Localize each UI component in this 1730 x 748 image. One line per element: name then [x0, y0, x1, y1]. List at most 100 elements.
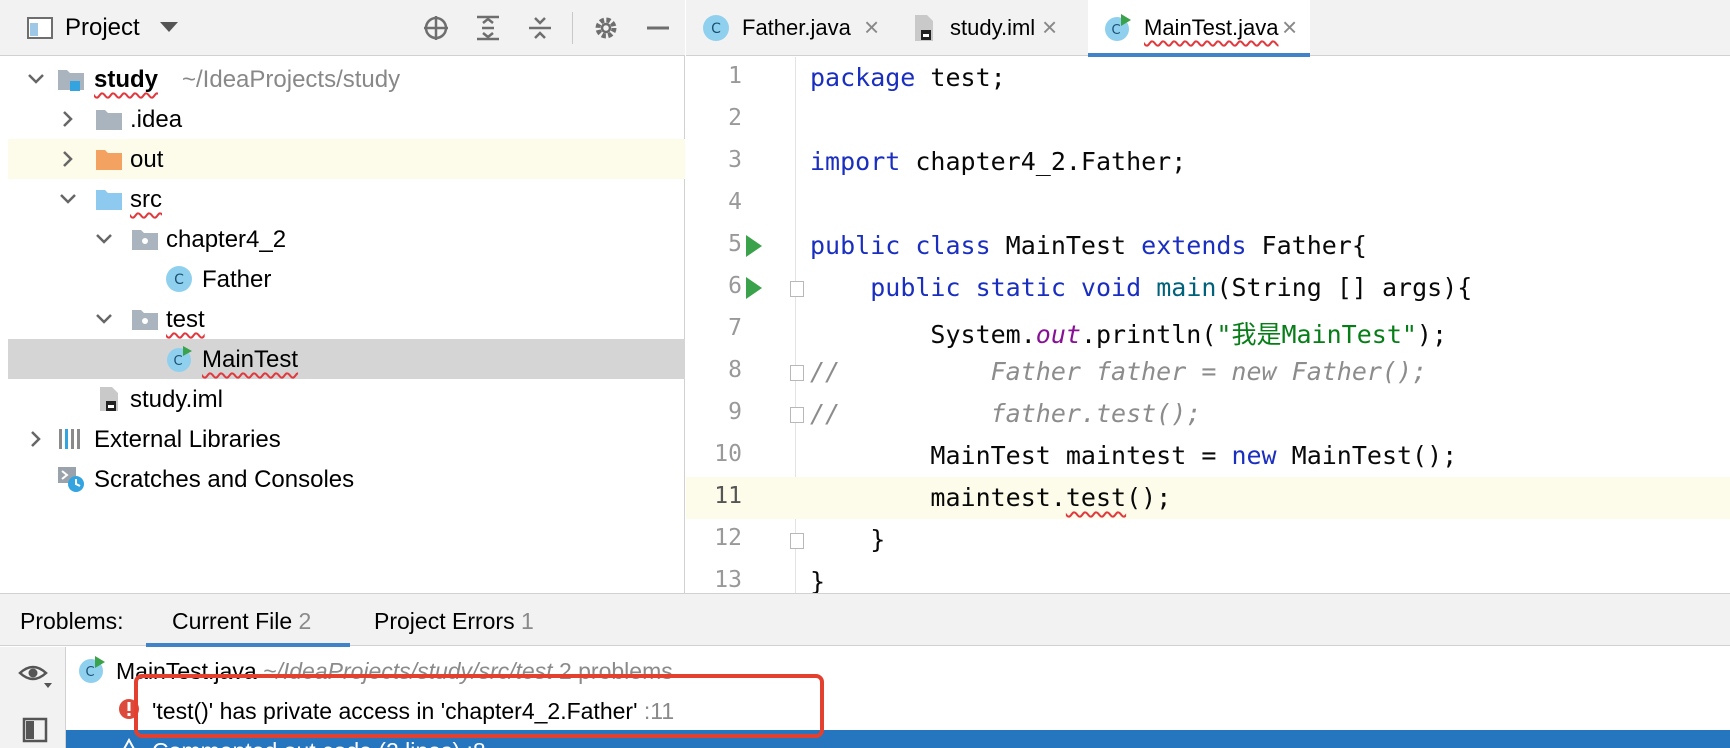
project-title[interactable]: Project: [65, 14, 140, 42]
code-text: }: [810, 525, 886, 554]
problem-location: :8: [467, 738, 486, 748]
fold-marker-icon[interactable]: [790, 365, 804, 381]
problems-panel: Problems: Current File 2 Project Errors …: [0, 593, 1730, 748]
code-line[interactable]: 13 }: [686, 561, 1730, 593]
problems-title: Problems:: [20, 608, 124, 634]
tree-item-label: Scratches and Consoles: [94, 466, 355, 493]
tab-count: 1: [520, 608, 534, 634]
code-line[interactable]: 1 package test;: [686, 57, 1730, 99]
chevron-down-icon[interactable]: [160, 22, 178, 32]
chevron-right-icon[interactable]: [56, 147, 80, 171]
project-window-icon[interactable]: [24, 12, 56, 44]
tree-item-chapter4-2[interactable]: chapter4_2: [8, 219, 685, 259]
code-line[interactable]: 8 // Father father = new Father();: [686, 351, 1730, 393]
code-line[interactable]: 12 }: [686, 519, 1730, 561]
tree-item-label: study.iml: [130, 386, 223, 413]
problems-tab-bar: Problems: Current File 2 Project Errors …: [0, 594, 1730, 647]
locate-file-icon[interactable]: [420, 12, 452, 44]
tab-father-java[interactable]: C Father.java ×: [686, 0, 894, 56]
chevron-down-icon[interactable]: [92, 227, 116, 251]
problem-file-name: MainTest.java: [116, 658, 257, 684]
editor-tab-bar: C Father.java × study.iml × C MainTest.j…: [686, 0, 1730, 57]
chevron-down-icon[interactable]: [56, 187, 80, 211]
tab-maintest-java[interactable]: C MainTest.java ×: [1088, 0, 1310, 57]
line-number: 11: [714, 483, 742, 509]
close-icon[interactable]: ×: [1282, 14, 1297, 40]
code-text: package test;: [810, 63, 1006, 92]
fold-marker-icon[interactable]: [790, 533, 804, 549]
close-icon[interactable]: ×: [1042, 14, 1057, 40]
tree-item-scratches[interactable]: Scratches and Consoles: [8, 459, 685, 499]
code-line[interactable]: 6 public static void main(String [] args…: [686, 267, 1730, 309]
code-line[interactable]: 10 MainTest maintest = new MainTest();: [686, 435, 1730, 477]
java-runnable-class-icon: C: [79, 656, 105, 683]
source-folder-icon: [96, 190, 122, 210]
line-number: 9: [728, 399, 742, 425]
scratches-icon: [58, 467, 84, 492]
tree-item-external-libraries[interactable]: External Libraries: [8, 419, 685, 459]
collapse-all-icon[interactable]: [524, 12, 556, 44]
line-number: 4: [728, 189, 742, 215]
hide-panel-icon[interactable]: [642, 12, 674, 44]
tree-item-idea[interactable]: .idea: [8, 99, 685, 139]
close-icon[interactable]: ×: [864, 14, 879, 40]
preview-panel-icon[interactable]: [22, 717, 48, 743]
code-text: System.out.println("我是MainTest");: [810, 320, 1448, 349]
gear-icon[interactable]: [590, 12, 622, 44]
code-line[interactable]: 4: [686, 183, 1730, 225]
project-header: Project: [0, 0, 685, 56]
problem-file-row[interactable]: C MainTest.java ~/IdeaProjects/study/src…: [66, 650, 1730, 690]
problem-item[interactable]: 'test()' has private access in 'chapter4…: [66, 690, 1730, 730]
problem-file-path: ~/IdeaProjects/study/src/test: [263, 658, 553, 684]
code-line-current[interactable]: 11 maintest.test();: [686, 477, 1730, 519]
chevron-right-icon[interactable]: [56, 107, 80, 131]
iml-file-icon: [100, 387, 118, 411]
tab-label: Father.java: [742, 15, 851, 40]
line-number: 7: [728, 315, 742, 341]
java-runnable-class-icon: C: [1105, 14, 1131, 41]
java-class-icon: C: [166, 266, 192, 292]
code-text: public static void main(String [] args){: [870, 273, 1473, 302]
tab-label: study.iml: [950, 15, 1036, 40]
eye-icon[interactable]: [18, 661, 52, 689]
run-icon[interactable]: [746, 277, 762, 299]
header-separator: [572, 12, 573, 44]
tree-item-father[interactable]: C Father: [8, 259, 685, 299]
line-number: 5: [728, 231, 742, 257]
code-text: }: [810, 567, 826, 593]
code-line[interactable]: 2: [686, 99, 1730, 141]
tree-item-study[interactable]: study ~/IdeaProjects/study: [8, 59, 685, 99]
tree-item-label: test: [166, 306, 205, 333]
line-number: 3: [728, 147, 742, 173]
svg-text:C: C: [1111, 23, 1120, 38]
line-number: 8: [728, 357, 742, 383]
tab-label: MainTest.java: [1144, 15, 1279, 40]
line-number: 2: [728, 105, 742, 131]
code-text: MainTest maintest = new MainTest();: [810, 441, 1458, 470]
problem-location: :11: [643, 698, 675, 724]
chevron-down-icon[interactable]: [92, 307, 116, 331]
chevron-down-icon[interactable]: [24, 67, 48, 91]
code-line[interactable]: 3 import chapter4_2.Father;: [686, 141, 1730, 183]
svg-text:C: C: [174, 272, 184, 288]
tree-item-out[interactable]: out: [8, 139, 685, 179]
tree-item-study-iml[interactable]: study.iml: [8, 379, 685, 419]
run-icon[interactable]: [746, 235, 762, 257]
tree-item-test[interactable]: test: [8, 299, 685, 339]
tree-item-path: ~/IdeaProjects/study: [182, 66, 401, 93]
code-line[interactable]: 9 // father.test();: [686, 393, 1730, 435]
tab-study-iml[interactable]: study.iml ×: [894, 0, 1074, 56]
fold-marker-icon[interactable]: [790, 281, 804, 297]
problem-item-selected[interactable]: Commented out code (2 lines) :8: [66, 730, 1730, 748]
fold-marker-icon[interactable]: [790, 407, 804, 423]
chevron-right-icon[interactable]: [24, 427, 48, 451]
code-area[interactable]: 1 package test; 2 3 import chapter4_2.Fa…: [686, 57, 1730, 593]
expand-all-icon[interactable]: [472, 12, 504, 44]
tab-current-file[interactable]: Current File 2: [146, 594, 350, 647]
code-line[interactable]: 5 public class MainTest extends Father{: [686, 225, 1730, 267]
tab-project-errors[interactable]: Project Errors 1: [350, 594, 570, 646]
tree-item-maintest[interactable]: C MainTest: [8, 339, 685, 379]
problem-message: Commented out code (2 lines): [152, 738, 460, 748]
code-line[interactable]: 7 System.out.println("我是MainTest");: [686, 309, 1730, 351]
tree-item-src[interactable]: src: [8, 179, 685, 219]
